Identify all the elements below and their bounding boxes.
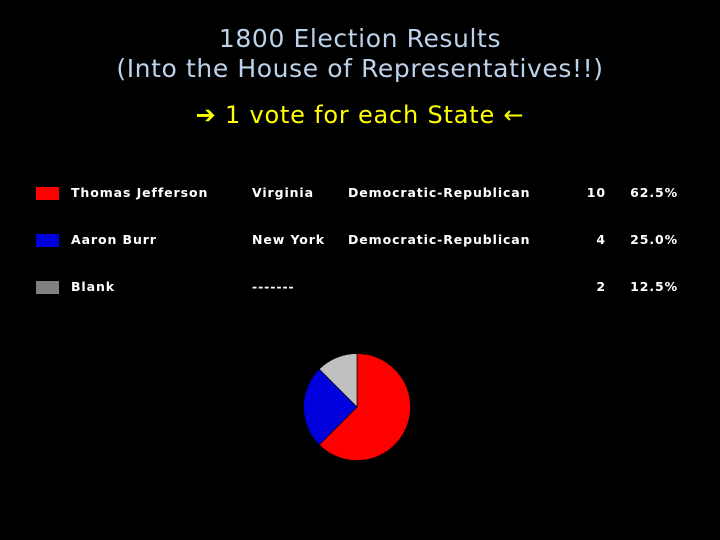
candidate-percent: 12.5% — [630, 279, 678, 294]
table-row: Thomas Jefferson Virginia Democratic-Rep… — [0, 178, 720, 225]
table-row: Aaron Burr New York Democratic-Republica… — [0, 225, 720, 272]
election-results-pie-chart — [303, 353, 411, 461]
candidate-state: Virginia — [252, 185, 314, 200]
legend-swatch-icon — [36, 187, 59, 200]
candidate-percent: 62.5% — [630, 185, 678, 200]
title-line-1: 1800 Election Results — [218, 24, 502, 53]
page-title: 1800 Election Results (Into the House of… — [0, 24, 720, 84]
legend-swatch-icon — [36, 281, 59, 294]
candidate-name: Thomas Jefferson — [71, 185, 209, 200]
subtitle-text: 1 vote for each State — [224, 101, 496, 129]
arrow-right-icon: ➔ — [195, 101, 217, 129]
title-line-2: (Into the House of Representatives!!) — [116, 54, 604, 83]
arrow-left-icon: ← — [503, 101, 525, 129]
candidate-name: Blank — [71, 279, 115, 294]
candidate-votes: 4 — [596, 232, 606, 247]
table-row: Blank ------- 2 12.5% — [0, 272, 720, 319]
subtitle: ➔ 1 vote for each State ← — [0, 100, 720, 130]
results-legend-table: Thomas Jefferson Virginia Democratic-Rep… — [0, 178, 720, 319]
candidate-party: Democratic-Republican — [348, 185, 531, 200]
pie-chart-svg — [303, 353, 411, 461]
candidate-votes: 2 — [596, 279, 606, 294]
subtitle-line: ➔ 1 vote for each State ← — [0, 100, 720, 130]
candidate-party: Democratic-Republican — [348, 232, 531, 247]
candidate-votes: 10 — [586, 185, 606, 200]
legend-swatch-icon — [36, 234, 59, 247]
candidate-state: New York — [252, 232, 326, 247]
candidate-state: ------- — [252, 279, 295, 294]
candidate-name: Aaron Burr — [71, 232, 157, 247]
slide-canvas: 1800 Election Results (Into the House of… — [0, 0, 720, 540]
candidate-percent: 25.0% — [630, 232, 678, 247]
